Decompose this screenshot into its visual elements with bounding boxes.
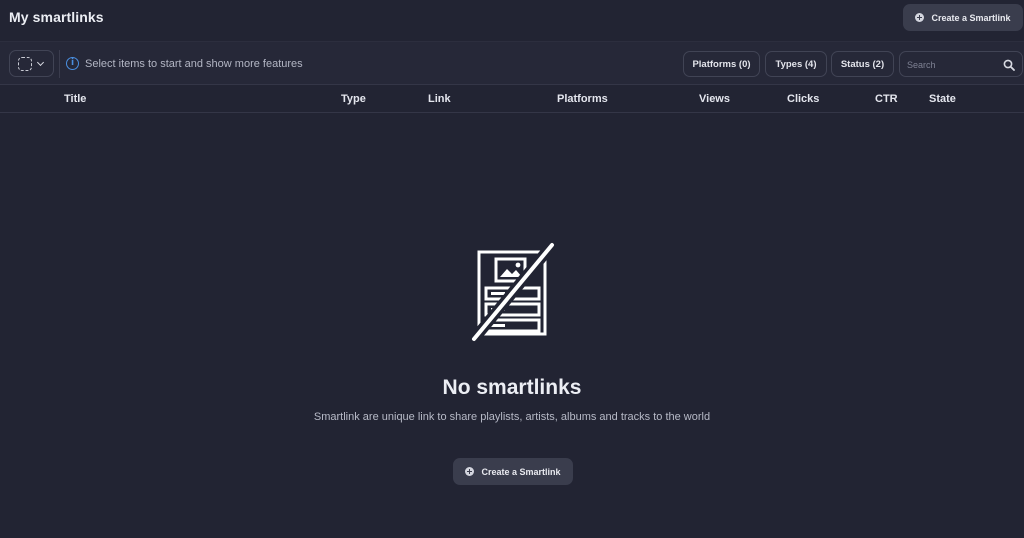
select-checkbox-icon: [18, 56, 32, 71]
filter-types[interactable]: Types (4): [765, 51, 827, 77]
bulk-select-dropdown[interactable]: [9, 50, 54, 77]
create-smartlink-label: Create a Smartlink: [931, 12, 1011, 23]
chevron-down-icon: [36, 58, 45, 66]
page-title: My smartlinks: [9, 9, 104, 25]
search-box: [899, 51, 1023, 77]
column-title[interactable]: Title: [64, 93, 86, 105]
column-clicks[interactable]: Clicks: [787, 93, 819, 105]
info-icon: i: [66, 57, 79, 70]
filter-status[interactable]: Status (2): [831, 51, 894, 77]
search-input[interactable]: [907, 57, 997, 73]
toolbar-divider: [59, 50, 60, 78]
column-views[interactable]: Views: [699, 93, 730, 105]
toolbar: i Select items to start and show more fe…: [0, 41, 1024, 85]
no-smartlinks-illustration-icon: [470, 241, 556, 343]
column-link[interactable]: Link: [428, 93, 451, 105]
header: My smartlinks Create a Smartlink: [0, 0, 1024, 36]
column-type[interactable]: Type: [341, 93, 366, 105]
empty-create-smartlink-button[interactable]: Create a Smartlink: [453, 458, 573, 485]
filter-platforms[interactable]: Platforms (0): [683, 51, 760, 77]
table-header: Title Type Link Platforms Views Clicks C…: [0, 85, 1024, 113]
column-state[interactable]: State: [929, 93, 956, 105]
column-ctr[interactable]: CTR: [875, 93, 898, 105]
select-hint: Select items to start and show more feat…: [85, 58, 303, 70]
search-icon[interactable]: [1003, 59, 1015, 71]
empty-state-description: Smartlink are unique link to share playl…: [313, 411, 711, 423]
create-smartlink-button[interactable]: Create a Smartlink: [903, 4, 1023, 31]
empty-state-title: No smartlinks: [442, 376, 582, 399]
empty-create-smartlink-label: Create a Smartlink: [481, 466, 561, 477]
column-platforms[interactable]: Platforms: [557, 93, 608, 105]
plus-circle-icon: [465, 467, 475, 476]
plus-circle-icon: [915, 13, 925, 22]
